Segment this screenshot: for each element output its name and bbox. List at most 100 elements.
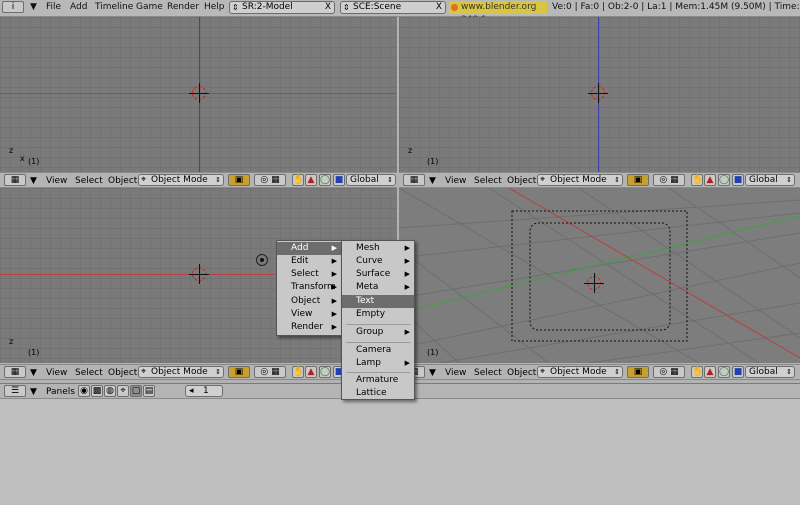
frame-number: (1) [427,348,439,357]
submenu-item-empty[interactable]: Empty [342,308,414,321]
submenu-arrow-icon: ▶ [404,328,410,336]
manipulator-hand-button[interactable]: ✋ [292,366,304,378]
draw-type-button[interactable]: ▣ [627,174,649,186]
menu-select[interactable]: Select [474,368,502,378]
editor-type-button[interactable]: ▦ [4,174,26,186]
scale-icon[interactable]: ■ [732,174,744,186]
orientation-selector[interactable]: Global ⇕ [745,366,795,378]
translate-icon[interactable]: ▲ [305,366,317,378]
collapse-arrow-icon[interactable]: ▼ [30,368,37,378]
object-context-icon[interactable]: ⌖ [117,385,129,397]
menu-item-label: Text [356,296,375,306]
collapse-arrow-icon[interactable]: ▼ [30,2,37,12]
menu-item-label: Render [291,322,324,332]
menu-view[interactable]: View [445,176,466,186]
submenu-item-curve[interactable]: Curve ▶ [342,255,414,268]
menu-object[interactable]: Object [108,368,137,378]
submenu-item-text[interactable]: Text [342,295,414,308]
mode-selector[interactable]: ⌖ Object Mode ⇕ [138,366,224,378]
manipulator-hand-button[interactable]: ✋ [691,174,703,186]
menu-view[interactable]: View [445,368,466,378]
mode-selector[interactable]: ⌖ Object Mode ⇕ [138,174,224,186]
frame-number: (1) [427,157,439,166]
draw-type-button[interactable]: ▣ [228,174,250,186]
menu-help[interactable]: Help [204,2,225,12]
menu-item-select[interactable]: Select ▶ [277,268,341,281]
submenu-item-meta[interactable]: Meta ▶ [342,281,414,294]
menu-item-edit[interactable]: Edit ▶ [277,255,341,268]
shading-context-icon[interactable]: ◍ [104,385,116,397]
manipulator-hand-button[interactable]: ✋ [292,174,304,186]
scale-icon[interactable]: ■ [333,174,345,186]
orientation-selector[interactable]: Global ⇕ [745,174,795,186]
mode-selector[interactable]: ⌖ Object Mode ⇕ [537,174,623,186]
close-icon[interactable]: X [325,2,331,13]
menu-select[interactable]: Select [75,176,103,186]
menu-item-label: Lamp [356,358,382,368]
menu-object[interactable]: Object [507,368,536,378]
submenu-item-group[interactable]: Group ▶ [342,326,414,339]
page-number-field[interactable]: ◂ 1 [185,385,223,397]
screen-selector[interactable]: ⇕ SR:2-Model X [229,1,335,14]
collapse-arrow-icon[interactable]: ▼ [429,176,436,186]
menu-select[interactable]: Select [75,368,103,378]
menu-game[interactable]: Game [136,2,163,12]
submenu-item-lattice[interactable]: Lattice [342,387,414,400]
scene-context-icon[interactable]: ▤ [143,385,155,397]
scene-selector[interactable]: ⇕ SCE:Scene X [340,1,446,14]
draw-type-button[interactable]: ▣ [627,366,649,378]
pivot-button[interactable]: ◎ ▦ [254,174,286,186]
rotate-icon[interactable]: ◯ [319,174,331,186]
rotate-icon[interactable]: ◯ [718,174,730,186]
menu-item-transform[interactable]: Transform ▶ [277,281,341,294]
editor-type-button[interactable]: ▦ [403,174,425,186]
menu-timeline[interactable]: Timeline [95,2,133,12]
pivot-button[interactable]: ◎ ▦ [653,174,685,186]
translate-icon[interactable]: ▲ [704,366,716,378]
collapse-arrow-icon[interactable]: ▼ [30,176,37,186]
rotate-icon[interactable]: ◯ [319,366,331,378]
menu-item-render[interactable]: Render ▶ [277,321,341,334]
menu-item-add[interactable]: Add ▶ [277,242,341,255]
script-context-icon[interactable]: ▩ [91,385,103,397]
menu-item-object[interactable]: Object ▶ [277,295,341,308]
menu-object[interactable]: Object [507,176,536,186]
submenu-item-mesh[interactable]: Mesh ▶ [342,242,414,255]
rotate-icon[interactable]: ◯ [718,366,730,378]
editor-type-button[interactable]: ▦ [4,366,26,378]
menu-item-view[interactable]: View ▶ [277,308,341,321]
submenu-item-armature[interactable]: Armature [342,374,414,387]
menu-render[interactable]: Render [167,2,199,12]
scale-icon[interactable]: ■ [732,366,744,378]
submenu-item-lamp[interactable]: Lamp ▶ [342,357,414,370]
pivot-button[interactable]: ◎ ▦ [254,366,286,378]
draw-type-button[interactable]: ▣ [228,366,250,378]
window-type-button[interactable]: i [2,1,24,13]
editing-context-icon[interactable]: ▢ [130,385,142,397]
viewport-top-left[interactable]: z x (1) [0,17,397,172]
viewport-top-right[interactable]: z (1) [399,17,800,172]
left-arrow-icon[interactable]: ◂ [189,386,194,396]
translate-icon[interactable]: ▲ [305,174,317,186]
manipulator-hand-button[interactable]: ✋ [691,366,703,378]
close-icon[interactable]: X [436,2,442,13]
menu-file[interactable]: File [46,2,61,12]
blender-url-link[interactable]: www.blender.org 248.1 [449,1,547,25]
mode-selector[interactable]: ⌖ Object Mode ⇕ [537,366,623,378]
orientation-selector[interactable]: Global ⇕ [346,174,396,186]
logic-context-icon[interactable]: ◉ [78,385,90,397]
menu-view[interactable]: View [46,176,67,186]
editor-type-button[interactable]: ☰ [4,385,26,397]
menu-add[interactable]: Add [70,2,87,12]
menu-item-label: Edit [291,256,309,266]
menu-object[interactable]: Object [108,176,137,186]
submenu-item-camera[interactable]: Camera [342,344,414,357]
pivot-button[interactable]: ◎ ▦ [653,366,685,378]
collapse-arrow-icon[interactable]: ▼ [30,387,37,397]
menu-select[interactable]: Select [474,176,502,186]
menu-view[interactable]: View [46,368,67,378]
collapse-arrow-icon[interactable]: ▼ [429,368,436,378]
viewport-bottom-right[interactable]: (1) [399,188,800,363]
translate-icon[interactable]: ▲ [704,174,716,186]
submenu-item-surface[interactable]: Surface ▶ [342,268,414,281]
